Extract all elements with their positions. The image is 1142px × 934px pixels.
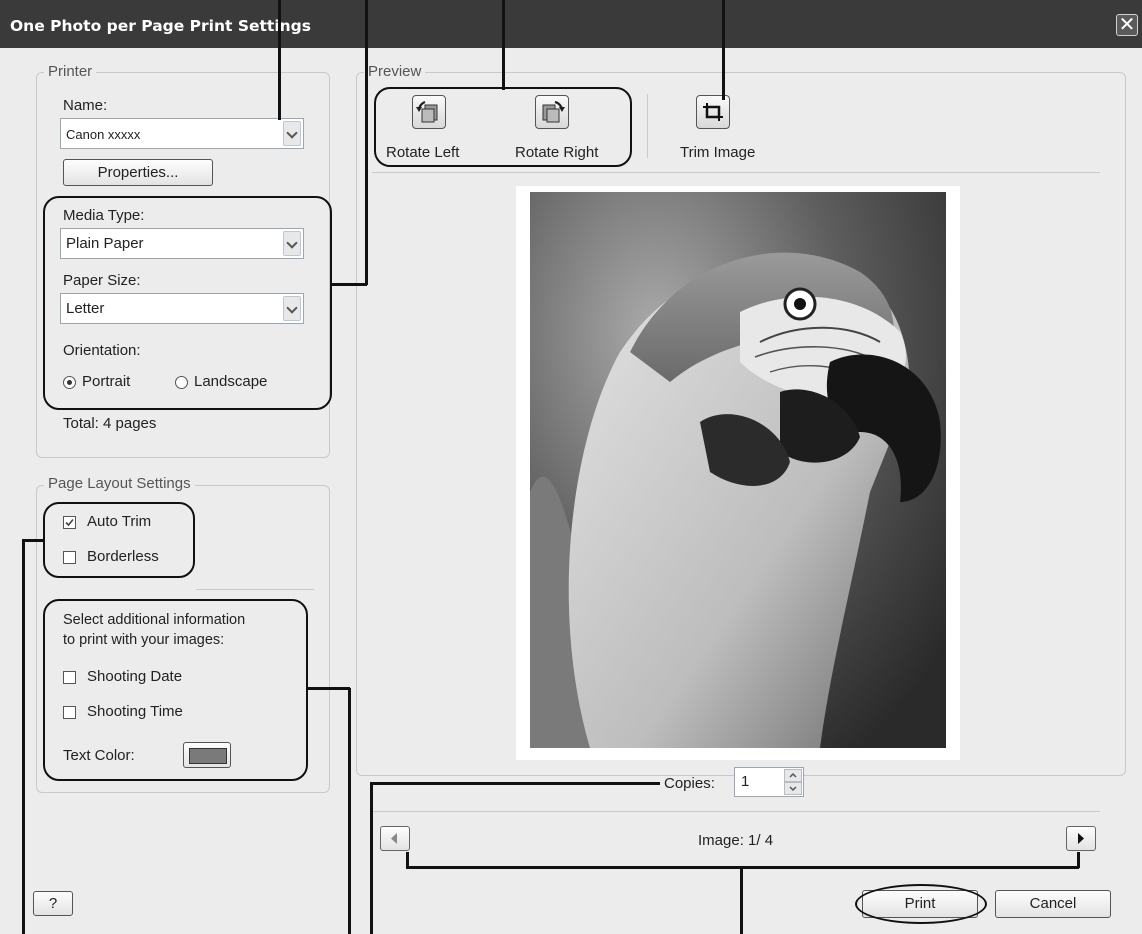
leader-line xyxy=(278,0,281,120)
leader-line xyxy=(22,539,44,542)
next-image-button[interactable] xyxy=(1066,826,1096,851)
trim-options-callout xyxy=(43,502,195,578)
leader-line xyxy=(370,783,373,934)
leader-line xyxy=(406,866,1079,869)
copies-down-button[interactable] xyxy=(784,782,802,795)
close-button[interactable]: ✕ xyxy=(1116,14,1138,36)
media-settings-callout xyxy=(43,196,332,410)
page-layout-group-title: Page Layout Settings xyxy=(44,475,195,492)
copies-stepper[interactable]: 1 xyxy=(734,767,804,797)
triangle-left-icon xyxy=(391,833,397,844)
additional-info-callout xyxy=(43,599,308,781)
leader-line xyxy=(22,540,25,934)
printer-group-title: Printer xyxy=(44,63,97,80)
copies-value: 1 xyxy=(741,773,750,790)
chevron-down-icon xyxy=(283,121,301,146)
printer-name-select[interactable]: Canon xxxxx xyxy=(60,118,304,149)
copies-up-button[interactable] xyxy=(784,769,802,782)
total-pages-text: Total: 4 pages xyxy=(63,415,157,432)
properties-button[interactable]: Properties... xyxy=(63,159,213,186)
leader-line xyxy=(722,0,725,100)
print-callout xyxy=(855,884,987,924)
chevron-up-icon xyxy=(789,772,797,778)
preview-group-title: Preview xyxy=(364,63,426,80)
printer-name-value: Canon xxxxx xyxy=(66,127,141,142)
layout-divider xyxy=(196,589,314,590)
leader-line xyxy=(365,0,368,285)
crop-icon xyxy=(703,103,723,121)
chevron-down-icon xyxy=(789,786,797,792)
window-title: One Photo per Page Print Settings xyxy=(10,17,311,35)
leader-line xyxy=(740,866,743,934)
trim-image-button[interactable] xyxy=(696,95,730,129)
name-label: Name: xyxy=(63,97,108,114)
triangle-right-icon xyxy=(1078,833,1084,844)
navigation-divider xyxy=(372,811,1100,812)
leader-line xyxy=(370,782,660,785)
leader-line xyxy=(330,283,367,286)
copies-label: Copies: xyxy=(664,775,715,792)
previous-image-button[interactable] xyxy=(380,826,410,851)
toolbar-bottom-divider xyxy=(372,172,1100,173)
cancel-button[interactable]: Cancel xyxy=(995,890,1111,918)
toolbar-separator xyxy=(647,94,648,158)
rotate-callout xyxy=(374,87,632,167)
leader-line xyxy=(502,0,505,90)
help-button[interactable]: ? xyxy=(33,891,73,916)
parrot-photo xyxy=(530,192,946,748)
title-bar: One Photo per Page Print Settings ✕ xyxy=(0,0,1142,48)
leader-line xyxy=(307,687,350,690)
image-counter: Image: 1/ 4 xyxy=(698,832,774,849)
leader-line xyxy=(348,688,351,934)
close-icon: ✕ xyxy=(1118,14,1136,36)
photo-page xyxy=(516,186,960,760)
trim-image-label: Trim Image xyxy=(680,144,756,161)
